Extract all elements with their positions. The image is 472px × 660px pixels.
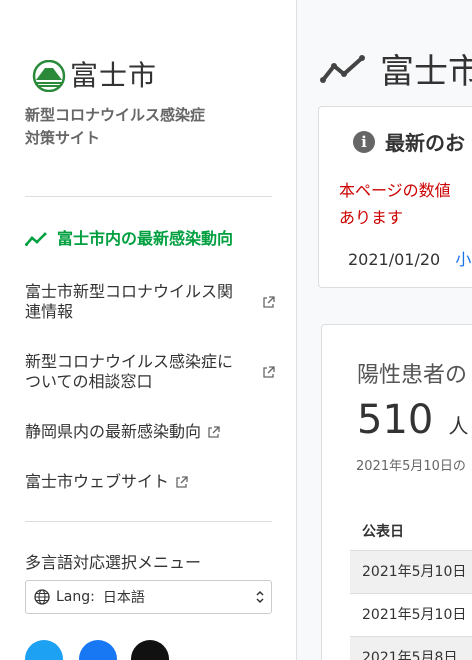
card-title: 最新のお [385, 131, 465, 155]
brand-name: 富士市 [70, 59, 158, 92]
info-icon: i [353, 130, 375, 153]
language-selected: 日本語 [102, 590, 145, 606]
table-row: 2021年5月10日 [350, 550, 472, 593]
nav-item-label: 富士市新型コロナウイルス関連情報 [25, 282, 234, 321]
patient-count: 510 人 [357, 397, 468, 443]
globe-icon [34, 589, 50, 605]
card-title: 陽性患者の [357, 363, 468, 388]
language-prefix: Lang: [56, 589, 95, 605]
nav-item-fuji-website[interactable]: 富士市ウェブサイト [25, 472, 275, 492]
news-link[interactable]: 小 [455, 250, 471, 269]
nav-item-label: 富士市内の最新感染動向 [57, 229, 234, 248]
trending-icon [320, 54, 365, 83]
trending-icon [25, 232, 47, 246]
chevron-up-down-icon [256, 590, 264, 604]
notice-line-1: 本ページの数値 [339, 181, 451, 200]
page-title: 富士市 [320, 44, 472, 93]
table-row: 2021年5月8日 [350, 636, 472, 660]
count-unit: 人 [448, 414, 469, 438]
nav-item-label: 新型コロナウイルス感染症についての相談窓口 [25, 352, 234, 391]
subtitle-line-2: 対策サイト [25, 129, 101, 147]
external-link-icon [208, 426, 220, 438]
nav-item-consultation[interactable]: 新型コロナウイルス感染症についての相談窓口 [25, 352, 275, 392]
divider [25, 521, 272, 522]
nav-item-shizuoka-trend[interactable]: 静岡県内の最新感染動向 [25, 422, 275, 442]
count-value: 510 [357, 397, 434, 443]
news-item: 2021/01/20 小 [348, 246, 471, 270]
nav-item-label: 静岡県内の最新感染動向 [25, 422, 202, 441]
external-link-icon [263, 365, 275, 378]
external-link-icon [263, 295, 275, 308]
page-title-text: 富士市 [380, 52, 472, 92]
facebook-icon[interactable] [79, 640, 117, 660]
card-header: i 最新のお [353, 127, 465, 156]
site-subtitle: 新型コロナウイルス感染症 対策サイト [25, 104, 205, 150]
table-header-date[interactable]: 公表日 [362, 521, 404, 541]
fuji-logo-icon [32, 60, 66, 92]
divider [25, 196, 272, 197]
latest-info-card: i 最新のお 本ページの数値 あります 2021/01/20 小 [318, 106, 472, 288]
brand[interactable]: 富士市 [32, 60, 157, 92]
news-date: 2021/01/20 [348, 250, 441, 269]
twitter-icon[interactable] [25, 640, 63, 660]
language-select[interactable]: Lang: 日本語 [25, 580, 272, 614]
notice-text: 本ページの数値 あります [339, 177, 451, 231]
notice-line-2: あります [339, 208, 404, 227]
positive-patients-card: 陽性患者の 510 人 2021年5月10日の 公表日 2021年5月10日 2… [321, 324, 472, 660]
subtitle-line-1: 新型コロナウイルス感染症 [25, 106, 206, 124]
nav-item-label: 富士市ウェブサイト [25, 472, 170, 491]
table-row: 2021年5月10日 [350, 593, 472, 636]
sidebar: 富士市 新型コロナウイルス感染症 対策サイト 富士市内の最新感染動向 富士市新型… [0, 0, 297, 660]
count-note: 2021年5月10日の [356, 459, 466, 474]
language-menu-title: 多言語対応選択メニュー [25, 553, 202, 572]
nav-item-related-info[interactable]: 富士市新型コロナウイルス関連情報 [25, 282, 275, 322]
nav-item-fuji-trend[interactable]: 富士市内の最新感染動向 [25, 229, 275, 249]
external-link-icon [176, 476, 188, 488]
github-icon[interactable] [131, 640, 169, 660]
